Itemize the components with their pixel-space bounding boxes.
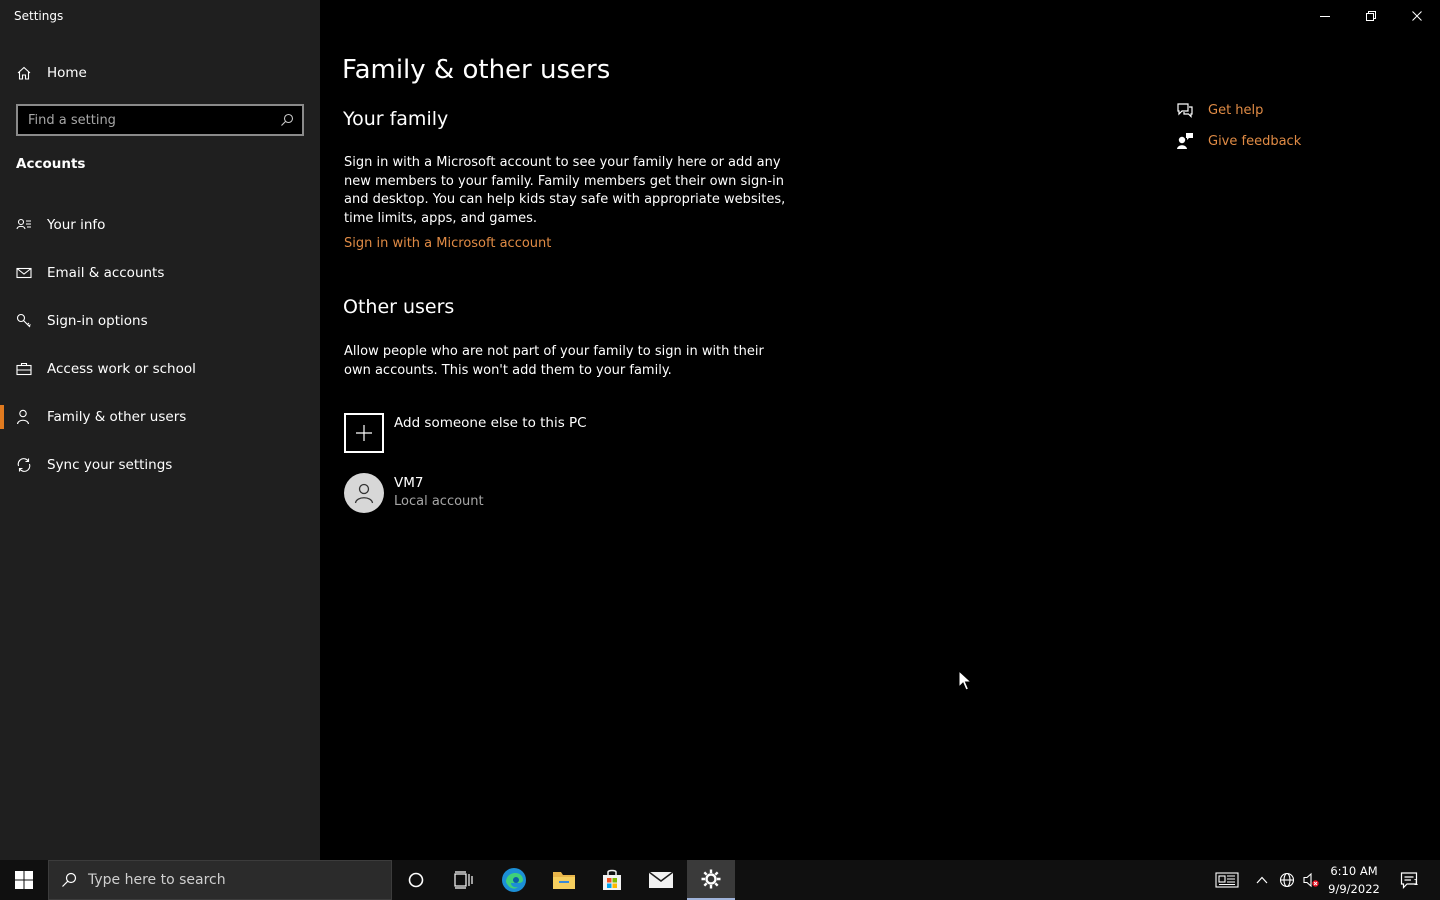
find-setting-input[interactable] xyxy=(28,112,280,128)
settings-icon xyxy=(701,869,721,889)
user-name[interactable]: VM7 xyxy=(394,475,423,491)
get-help-label[interactable]: Get help xyxy=(1208,103,1263,118)
sidebar-item-sign-in-options[interactable]: Sign-in options xyxy=(0,301,320,341)
user-icon xyxy=(354,483,374,504)
file-explorer-icon xyxy=(553,872,575,889)
minimize-button[interactable] xyxy=(1302,0,1348,32)
give-feedback-link[interactable]: Give feedback xyxy=(1176,132,1301,150)
mail-icon xyxy=(16,267,32,279)
start-button[interactable] xyxy=(0,860,48,900)
give-feedback-label[interactable]: Give feedback xyxy=(1208,134,1301,149)
search-icon xyxy=(62,872,77,887)
store-icon xyxy=(603,869,621,890)
get-help-link[interactable]: Get help xyxy=(1176,101,1263,119)
globe-icon xyxy=(1279,872,1295,888)
person-add-icon xyxy=(16,409,30,425)
home-label: Home xyxy=(47,65,87,81)
news-icon xyxy=(1215,872,1239,888)
search-icon[interactable] xyxy=(280,113,294,127)
key-icon xyxy=(16,313,31,328)
help-chat-icon xyxy=(1177,103,1193,118)
taskbar: Type here to search 6:10 AM 9/9/2022 xyxy=(0,860,1440,900)
volume-button[interactable] xyxy=(1300,860,1322,900)
cortana-button[interactable] xyxy=(392,860,440,900)
sign-in-microsoft-link[interactable]: Sign in with a Microsoft account xyxy=(344,236,551,251)
home-icon xyxy=(17,66,31,80)
mouse-cursor-icon xyxy=(958,670,972,691)
edge-icon xyxy=(502,868,526,892)
taskbar-search-placeholder: Type here to search xyxy=(88,872,226,888)
sidebar-item-label: Sign-in options xyxy=(47,313,148,329)
home-nav-item[interactable]: Home xyxy=(16,62,87,84)
sidebar: Settings Home Accounts Your info Email &… xyxy=(0,0,320,860)
volume-muted-icon xyxy=(1303,872,1319,888)
user-account-type: Local account xyxy=(394,494,484,509)
windows-logo-icon xyxy=(15,871,33,889)
your-family-description: Sign in with a Microsoft account to see … xyxy=(344,155,786,226)
feedback-icon xyxy=(1177,133,1193,149)
settings-taskbar-button[interactable] xyxy=(687,860,735,900)
restore-icon xyxy=(1366,11,1376,21)
avatar[interactable] xyxy=(344,473,384,513)
mail-button[interactable] xyxy=(637,860,685,900)
network-button[interactable] xyxy=(1277,860,1297,900)
task-view-button[interactable] xyxy=(440,860,488,900)
cortana-icon xyxy=(408,872,424,888)
edge-button[interactable] xyxy=(490,860,538,900)
person-card-icon xyxy=(16,218,31,230)
sidebar-item-your-info[interactable]: Your info xyxy=(0,205,320,245)
sidebar-item-label: Family & other users xyxy=(47,409,187,425)
notification-count-badge: 1 xyxy=(1413,878,1419,887)
sidebar-item-access-work-school[interactable]: Access work or school xyxy=(0,349,320,389)
taskbar-clock[interactable]: 6:10 AM 9/9/2022 xyxy=(1325,862,1383,898)
task-view-icon xyxy=(454,871,473,889)
sidebar-item-email-accounts[interactable]: Email & accounts xyxy=(0,253,320,293)
your-family-heading: Your family xyxy=(343,108,449,130)
sidebar-item-label: Email & accounts xyxy=(47,265,165,281)
news-widget-button[interactable] xyxy=(1212,860,1242,900)
clock-date: 9/9/2022 xyxy=(1328,882,1380,896)
minimize-icon xyxy=(1320,16,1330,17)
restore-button[interactable] xyxy=(1348,0,1394,32)
sidebar-item-label: Your info xyxy=(47,217,106,233)
close-icon xyxy=(1412,11,1422,21)
mail-icon xyxy=(648,871,674,888)
app-title: Settings xyxy=(14,9,64,23)
briefcase-icon xyxy=(16,362,32,376)
plus-icon xyxy=(356,425,372,441)
find-setting-search[interactable] xyxy=(16,104,304,136)
show-hidden-icons-button[interactable] xyxy=(1252,860,1272,900)
clock-time: 6:10 AM xyxy=(1330,864,1378,878)
other-users-description: Allow people who are not part of your fa… xyxy=(344,344,764,378)
section-title-accounts: Accounts xyxy=(16,156,86,172)
sidebar-item-label: Access work or school xyxy=(47,361,196,377)
chevron-up-icon xyxy=(1256,876,1268,884)
file-explorer-button[interactable] xyxy=(540,860,588,900)
store-button[interactable] xyxy=(588,860,636,900)
add-user-button[interactable] xyxy=(344,413,384,453)
page-title: Family & other users xyxy=(342,55,611,85)
other-users-heading: Other users xyxy=(343,296,455,318)
add-user-label[interactable]: Add someone else to this PC xyxy=(394,415,587,431)
taskbar-search-box[interactable]: Type here to search xyxy=(48,860,392,900)
sync-icon xyxy=(17,458,31,472)
sidebar-item-family-other-users[interactable]: Family & other users xyxy=(0,397,320,437)
close-button[interactable] xyxy=(1394,0,1440,32)
sidebar-item-sync-settings[interactable]: Sync your settings xyxy=(0,445,320,485)
sidebar-item-label: Sync your settings xyxy=(47,457,173,473)
